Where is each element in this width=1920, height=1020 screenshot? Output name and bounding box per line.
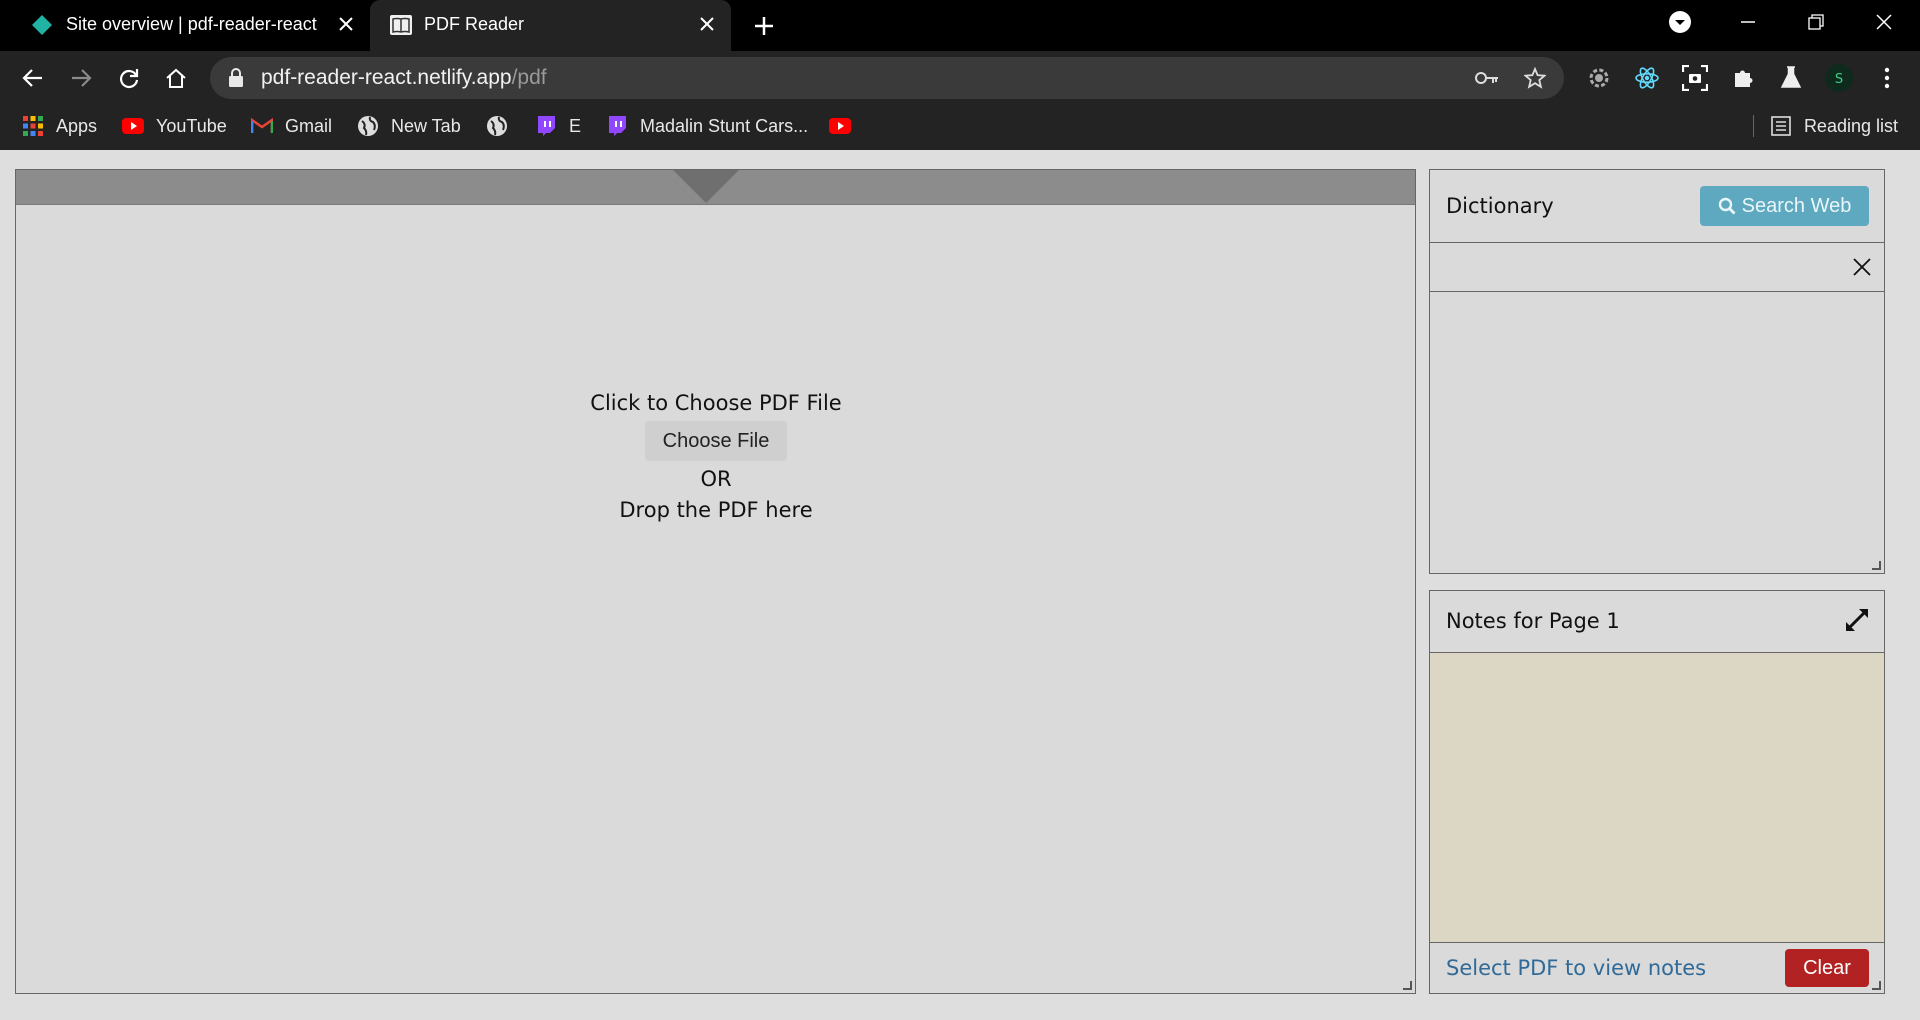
notes-hint-text: Select PDF to view notes (1446, 956, 1707, 980)
gmail-icon (251, 115, 273, 137)
extensions-puzzle-icon[interactable] (1728, 63, 1758, 93)
url-text[interactable]: pdf-reader-react.netlify.app/pdf (261, 66, 547, 90)
notes-panel: Notes for Page 1 Select PDF to view note… (1429, 590, 1885, 994)
screenshot-icon[interactable] (1680, 63, 1710, 93)
reading-list[interactable]: Reading list (1752, 113, 1898, 139)
dictionary-title: Dictionary (1446, 194, 1554, 218)
bookmark-globe[interactable] (486, 113, 520, 139)
bookmark-youtube[interactable]: YouTube (122, 113, 227, 139)
star-icon[interactable] (1522, 65, 1548, 91)
tab-pdf-reader[interactable]: PDF Reader (370, 0, 731, 51)
bookmarks-divider (1752, 115, 1754, 137)
url-host: pdf-reader-react.netlify.app (261, 66, 512, 89)
notes-header: Notes for Page 1 (1430, 591, 1884, 653)
bookmark-label: Apps (56, 115, 98, 136)
search-web-button[interactable]: Search Web (1700, 186, 1869, 226)
notes-footer: Select PDF to view notes Clear (1430, 943, 1884, 994)
expand-icon[interactable] (1842, 605, 1872, 635)
pdf-toolbar (16, 170, 1415, 205)
book-icon (389, 13, 413, 37)
clear-button[interactable]: Clear (1785, 949, 1869, 987)
home-icon[interactable] (159, 61, 193, 95)
react-devtools-icon[interactable] (1632, 63, 1662, 93)
key-icon[interactable] (1474, 65, 1500, 91)
resize-handle[interactable] (1403, 981, 1412, 990)
bookmark-madalin[interactable]: Madalin Stunt Cars... (606, 113, 808, 139)
new-tab-button[interactable] (750, 12, 778, 40)
close-window-icon[interactable] (1852, 0, 1916, 44)
dictionary-header: Dictionary Search Web (1430, 170, 1884, 243)
tab-site-overview[interactable]: Site overview | pdf-reader-react (0, 0, 370, 51)
notes-title: Notes for Page 1 (1446, 609, 1620, 633)
netlify-diamond-icon (30, 13, 54, 37)
pdf-drop-zone[interactable]: Click to Choose PDF File Choose File OR … (496, 388, 936, 526)
dictionary-search-field[interactable] (1430, 243, 1884, 292)
browser-toolbar: pdf-reader-react.netlify.app/pdf S (0, 51, 1920, 103)
bookmark-label: New Tab (391, 115, 461, 136)
youtube-icon (122, 115, 144, 137)
twitch-icon (535, 115, 557, 137)
minimize-icon[interactable] (1716, 0, 1780, 44)
bookmark-label: Madalin Stunt Cars... (640, 115, 809, 136)
dictionary-panel: Dictionary Search Web (1429, 169, 1885, 574)
reading-list-icon (1770, 115, 1792, 137)
globe-icon (357, 115, 379, 137)
bookmark-new-tab[interactable]: New Tab (357, 113, 461, 139)
bookmark-label: YouTube (156, 115, 227, 136)
pdf-viewer-panel: Click to Choose PDF File Choose File OR … (15, 169, 1416, 994)
tab-title: Site overview | pdf-reader-react (66, 14, 317, 34)
toolbar-toggle-arrow-icon[interactable] (673, 170, 739, 203)
close-tab-icon[interactable] (695, 12, 719, 36)
tab-title: PDF Reader (424, 14, 525, 34)
tab-strip: Site overview | pdf-reader-react PDF Rea… (0, 0, 1920, 51)
restore-icon[interactable] (1784, 0, 1848, 44)
forward-arrow-icon[interactable] (64, 61, 98, 95)
bookmark-apps[interactable]: Apps (22, 113, 97, 139)
resize-handle[interactable] (1872, 981, 1881, 990)
bookmark-label: Gmail (285, 115, 333, 136)
menu-kebab-icon[interactable] (1872, 63, 1902, 93)
settings-extension-icon[interactable] (1584, 63, 1614, 93)
url-path: /pdf (511, 66, 547, 89)
choose-file-button[interactable]: Choose File (644, 421, 788, 461)
globe-icon (486, 115, 508, 137)
bookmark-e[interactable]: E (535, 113, 581, 139)
resize-handle[interactable] (1872, 561, 1881, 570)
bookmark-gmail[interactable]: Gmail (251, 113, 332, 139)
labs-flask-icon[interactable] (1776, 63, 1806, 93)
reload-icon[interactable] (112, 61, 146, 95)
notes-textarea[interactable] (1430, 653, 1884, 943)
svg-text:S: S (1835, 72, 1843, 87)
tab-search-icon[interactable] (1648, 0, 1712, 44)
apps-grid-icon (22, 115, 44, 137)
or-text: OR (700, 467, 732, 491)
drop-pdf-text: Drop the PDF here (619, 498, 813, 522)
address-bar[interactable]: pdf-reader-react.netlify.app/pdf (210, 57, 1564, 99)
search-icon (1718, 197, 1736, 215)
bookmark-youtube-2[interactable] (829, 113, 863, 139)
youtube-icon (829, 115, 851, 137)
lock-icon[interactable] (228, 68, 244, 93)
back-arrow-icon[interactable] (16, 61, 50, 95)
choose-pdf-prompt: Click to Choose PDF File (590, 391, 842, 415)
twitch-icon (606, 115, 628, 137)
bookmarks-bar: Apps YouTube Gmail New Tab E Madalin Stu… (0, 103, 1920, 150)
bookmark-label: E (569, 115, 582, 136)
profile-avatar-icon[interactable]: S (1824, 63, 1854, 93)
reading-list-label: Reading list (1803, 115, 1898, 136)
close-tab-icon[interactable] (334, 12, 358, 36)
search-web-label: Search Web (1741, 194, 1852, 217)
close-icon[interactable] (1850, 255, 1874, 279)
